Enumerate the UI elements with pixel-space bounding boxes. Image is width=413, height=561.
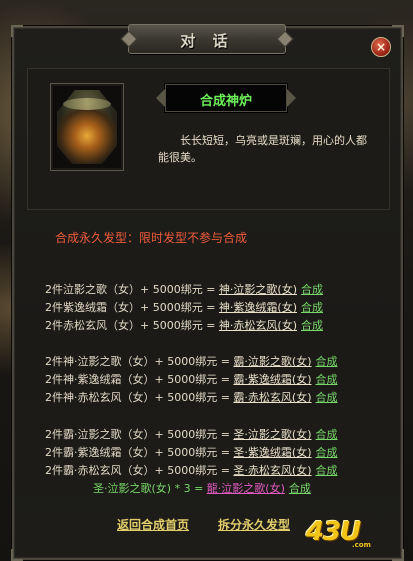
panel-corner [11,25,23,37]
recipe-source: 2件神·赤松玄风（女）+ 5000绑元 = [45,391,234,404]
recipe-result[interactable]: 霸·赤松玄风(女) [233,391,311,404]
recipe-row: 2件赤松玄风（女）+ 5000绑元 = 神·赤松玄风(女) 合成 [45,317,323,333]
npc-name-plate: 合成神炉 [156,84,296,112]
craft-link[interactable]: 合成 [289,482,311,495]
craft-link[interactable]: 合成 [316,446,338,459]
panel-corner [392,25,404,37]
recipe-row-dragon: 圣·泣影之歌(女) * 3 = 龍·泣影之歌(女) 合成 [93,480,311,496]
craft-link[interactable]: 合成 [301,301,323,314]
craft-link[interactable]: 合成 [316,428,338,441]
recipe-row: 2件神·赤松玄风（女）+ 5000绑元 = 霸·赤松玄风(女) 合成 [45,389,338,405]
recipe-source: 2件霸·泣影之歌（女）+ 5000绑元 = [45,428,234,441]
recipe-source: 2件泣影之歌（女）+ 5000绑元 = [45,283,219,296]
craft-link[interactable]: 合成 [301,319,323,332]
craft-link[interactable]: 合成 [316,355,338,368]
npc-description: 长长短短，乌亮或是斑斓，用心的人都能很美。 [158,134,367,164]
dialog-title: 对 话 [180,32,234,50]
recipe-result[interactable]: 圣·赤松玄风(女) [233,464,311,477]
recipe-row: 2件霸·泣影之歌（女）+ 5000绑元 = 圣·泣影之歌(女) 合成 [45,426,338,442]
site-logo: 43U .com [306,517,382,549]
close-button[interactable]: × [371,37,391,57]
recipe-row: 2件神·泣影之歌（女）+ 5000绑元 = 霸·泣影之歌(女) 合成 [45,353,338,369]
recipe-row: 2件霸·紫逸绒霜（女）+ 5000绑元 = 圣·紫逸绒霜(女) 合成 [45,444,338,460]
recipe-result[interactable]: 龍·泣影之歌(女) [207,482,285,495]
recipe-result[interactable]: 神·赤松玄风(女) [219,319,297,332]
recipe-source: 2件赤松玄风（女）+ 5000绑元 = [45,319,219,332]
recipe-row: 2件神·紫逸绒霜（女）+ 5000绑元 = 霸·紫逸绒霜(女) 合成 [45,371,338,387]
recipe-row: 2件紫逸绒霜（女）+ 5000绑元 = 神·紫逸绒霜(女) 合成 [45,299,323,315]
dialog-titlebar[interactable]: 对 话 [128,24,286,54]
craft-link[interactable]: 合成 [316,464,338,477]
recipe-source: 圣·泣影之歌(女) * 3 = [93,482,207,495]
panel-corner [392,549,404,561]
npc-portrait [50,83,124,171]
craft-link[interactable]: 合成 [301,283,323,296]
craft-link[interactable]: 合成 [316,391,338,404]
recipe-row: 2件泣影之歌（女）+ 5000绑元 = 神·泣影之歌(女) 合成 [45,281,323,297]
recipe-source: 2件紫逸绒霜（女）+ 5000绑元 = [45,301,219,314]
recipe-source: 2件霸·紫逸绒霜（女）+ 5000绑元 = [45,446,234,459]
recipe-result[interactable]: 神·紫逸绒霜(女) [219,301,297,314]
back-to-craft-home-link[interactable]: 返回合成首页 [117,516,189,533]
recipe-result[interactable]: 神·泣影之歌(女) [219,283,297,296]
recipe-source: 2件神·泣影之歌（女）+ 5000绑元 = [45,355,234,368]
split-hairstyle-link[interactable]: 拆分永久发型 [218,516,290,533]
furnace-rim [63,98,111,110]
recipe-source: 2件神·紫逸绒霜（女）+ 5000绑元 = [45,373,234,386]
recipe-result[interactable]: 霸·紫逸绒霜(女) [233,373,311,386]
recipe-result[interactable]: 霸·泣影之歌(女) [233,355,311,368]
recipe-result[interactable]: 圣·泣影之歌(女) [233,428,311,441]
recipe-result[interactable]: 圣·紫逸绒霜(女) [233,446,311,459]
npc-name: 合成神炉 [199,94,252,109]
recipe-row: 2件霸·赤松玄风（女）+ 5000绑元 = 圣·赤松玄风(女) 合成 [45,462,338,478]
panel-corner [11,549,23,561]
logo-domain: .com [352,541,371,549]
notice-text: 合成永久发型：限时发型不参与合成 [55,231,248,245]
craft-link[interactable]: 合成 [316,373,338,386]
recipe-source: 2件霸·赤松玄风（女）+ 5000绑元 = [45,464,234,477]
